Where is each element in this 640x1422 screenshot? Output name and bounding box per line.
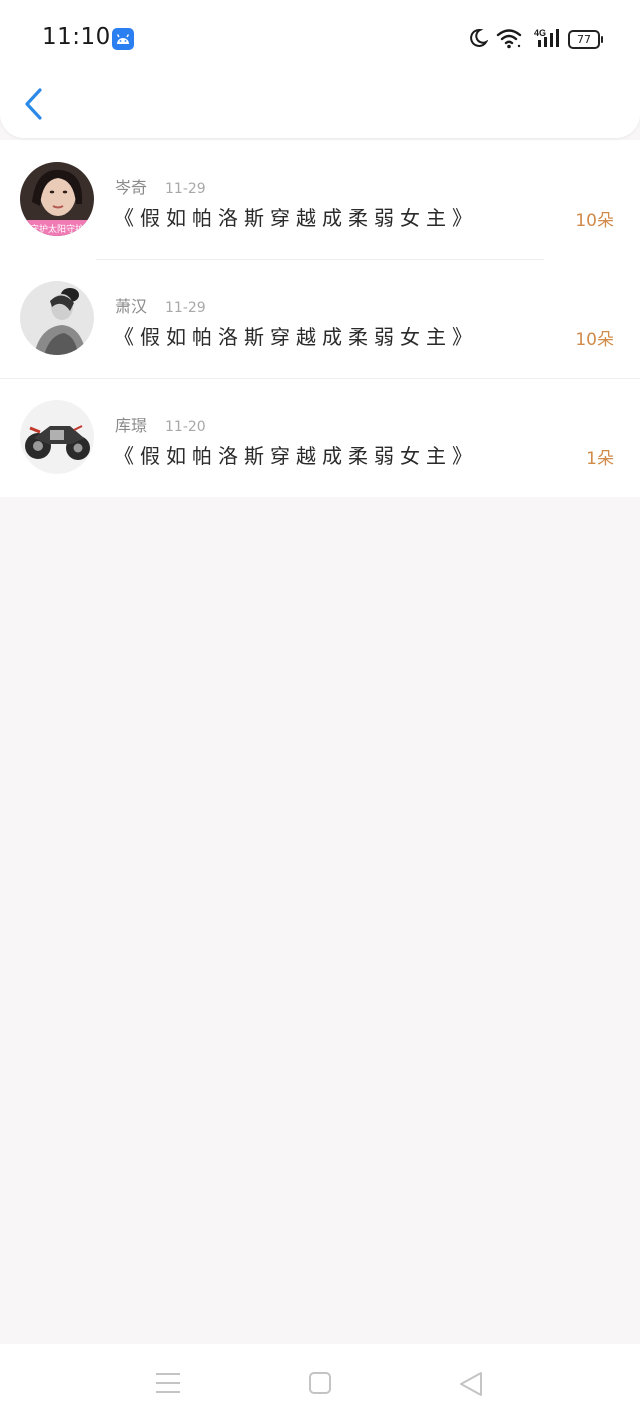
chevron-left-icon (25, 88, 42, 120)
flower-count: 10朵 (575, 211, 614, 231)
send-date: 11-29 (165, 181, 206, 197)
sender-info: 岑奇 11-29 (115, 174, 206, 198)
book-title: 《假如帕洛斯穿越成柔弱女主》 (114, 325, 478, 349)
menu-icon (156, 1373, 180, 1393)
nav-back-button[interactable] (457, 1370, 485, 1402)
avatar[interactable] (20, 400, 94, 474)
list-item[interactable]: 库璟 11-20 《假如帕洛斯穿越成柔弱女主》 1朵 (0, 378, 640, 497)
list-item[interactable]: 萧汉 11-29 《假如帕洛斯穿越成柔弱女主》 10朵 (0, 259, 640, 378)
top-bar: 11:10 4G 77 (0, 0, 640, 138)
wifi-icon (496, 27, 522, 53)
menu-button[interactable] (154, 1370, 182, 1400)
status-time: 11:10 (42, 24, 111, 50)
send-date: 11-20 (165, 419, 206, 435)
system-navigation-bar (0, 1344, 640, 1422)
list-item[interactable]: 守护太阳守护 岑奇 11-29 《假如帕洛斯穿越成柔弱女主》 10朵 (0, 140, 640, 259)
sender-name: 萧汉 (115, 297, 148, 316)
book-title: 《假如帕洛斯穿越成柔弱女主》 (114, 206, 478, 230)
back-button[interactable] (18, 84, 54, 124)
battery-icon: 77 (568, 30, 603, 49)
avatar-caption: 守护太阳守护 (30, 223, 84, 235)
sender-info: 萧汉 11-29 (115, 293, 206, 317)
triangle-back-icon (460, 1372, 482, 1396)
flower-count: 1朵 (586, 449, 614, 469)
network-type-label: 4G (534, 28, 546, 38)
moon-icon (468, 27, 489, 53)
status-bar: 11:10 4G 77 (0, 0, 640, 78)
sender-name: 岑奇 (115, 178, 148, 197)
send-date: 11-29 (165, 300, 206, 316)
flower-count: 10朵 (575, 330, 614, 350)
sender-name: 库璟 (115, 416, 148, 435)
avatar[interactable] (20, 281, 94, 355)
cellular-signal-icon: 4G (534, 27, 562, 53)
android-app-icon (112, 28, 134, 50)
avatar[interactable]: 守护太阳守护 (20, 162, 94, 236)
sender-info: 库璟 11-20 (115, 412, 206, 436)
gift-record-list: 守护太阳守护 岑奇 11-29 《假如帕洛斯穿越成柔弱女主》 10朵 萧汉 11-2… (0, 140, 640, 497)
home-button[interactable] (307, 1370, 333, 1400)
book-title: 《假如帕洛斯穿越成柔弱女主》 (114, 444, 478, 468)
home-square-icon (309, 1372, 331, 1394)
